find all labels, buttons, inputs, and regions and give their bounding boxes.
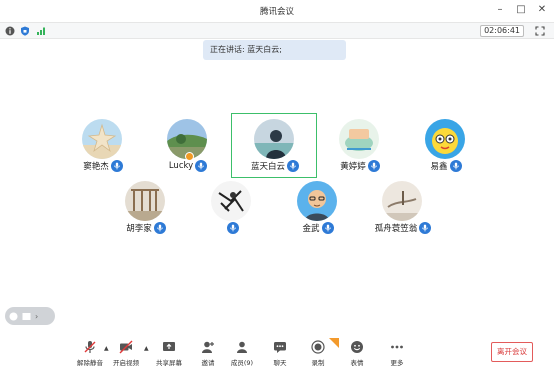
share-screen-button[interactable]: 共享屏幕 xyxy=(149,340,189,367)
maximize-icon[interactable]: □ xyxy=(515,4,527,16)
video-options-caret[interactable]: ▲ xyxy=(144,345,149,352)
speaking-indicator: 正在讲话: 蓝天白云; xyxy=(203,40,346,60)
record-badge xyxy=(329,338,339,348)
chat-icon xyxy=(274,342,286,353)
gallery-view-icon[interactable] xyxy=(22,312,31,321)
participant-name: 黄婷婷 xyxy=(340,162,366,172)
participant-name: 蓝天白云 xyxy=(250,162,285,172)
participant-tile[interactable] xyxy=(197,177,267,237)
avatar xyxy=(125,181,165,221)
avatar xyxy=(211,181,251,221)
participant-name: 胡李家 xyxy=(126,224,152,234)
participant-tile-active[interactable]: 蓝天白云 xyxy=(240,115,310,175)
microphone-icon xyxy=(153,222,166,234)
more-icon xyxy=(391,345,403,349)
microphone-icon xyxy=(195,160,208,172)
meeting-timer: 02:06:41 xyxy=(480,25,524,37)
share-screen-icon xyxy=(163,342,175,351)
window-controls: – □ ✕ xyxy=(494,4,548,16)
participant-name: 金武 xyxy=(302,224,320,234)
camera-off-icon xyxy=(119,340,133,354)
fullscreen-icon[interactable] xyxy=(535,26,545,36)
window-title: 腾讯会议 xyxy=(259,7,294,17)
speaker-view-icon[interactable] xyxy=(9,312,18,321)
microphone-icon xyxy=(419,222,432,234)
avatar xyxy=(425,119,465,159)
microphone-icon xyxy=(367,160,380,172)
record-icon xyxy=(311,340,325,354)
participant-name: 孤舟蓑笠翁 xyxy=(374,224,418,234)
avatar xyxy=(339,119,379,159)
emoji-icon xyxy=(351,341,363,353)
view-switcher[interactable]: › xyxy=(5,307,55,325)
security-shield-icon[interactable] xyxy=(20,26,30,36)
title-bar: 腾讯会议 – □ ✕ xyxy=(0,0,554,22)
minimize-icon[interactable]: – xyxy=(494,4,506,16)
participant-tile[interactable]: Lucky xyxy=(153,115,223,175)
participant-tile[interactable]: 黄婷婷 xyxy=(325,115,395,175)
reactions-button[interactable]: 表情 xyxy=(337,340,377,367)
avatar xyxy=(297,181,337,221)
avatar xyxy=(254,119,294,159)
microphone-icon xyxy=(227,222,239,234)
microphone-icon xyxy=(321,222,334,234)
add-user-icon xyxy=(202,341,214,353)
leave-meeting-button[interactable]: 离开会议 xyxy=(491,342,533,362)
chat-button[interactable]: 聊天 xyxy=(260,340,300,367)
microphone-muted-icon xyxy=(84,341,96,353)
members-icon xyxy=(237,341,247,353)
more-button[interactable]: 更多 xyxy=(377,340,417,367)
meeting-toolbar: 解除静音 ▲ 开启视频 ▲ 共享屏幕 邀请 成员(9) 聊天 录制 表情 更多 xyxy=(0,337,554,368)
participant-tile[interactable]: 孤舟蓑笠翁 xyxy=(368,177,438,237)
microphone-icon xyxy=(110,160,123,172)
participant-tile[interactable]: 易鑫 xyxy=(411,115,481,175)
microphone-icon xyxy=(287,160,299,172)
participant-tile[interactable]: 胡李家 xyxy=(111,177,181,237)
microphone-icon xyxy=(449,160,462,172)
close-icon[interactable]: ✕ xyxy=(536,4,548,16)
start-video-button[interactable]: 开启视频 xyxy=(106,340,146,367)
members-button[interactable]: 成员(9) xyxy=(222,340,262,367)
participant-tile[interactable]: 窦艳杰 xyxy=(68,115,138,175)
participant-name: 易鑫 xyxy=(430,162,448,172)
avatar xyxy=(382,181,422,221)
avatar xyxy=(82,119,122,159)
info-icon[interactable] xyxy=(5,26,15,36)
signal-icon xyxy=(37,27,45,35)
participant-name: Lucky xyxy=(168,161,194,171)
participant-tile[interactable]: 金武 xyxy=(283,177,353,237)
chevron-right-icon[interactable]: › xyxy=(35,312,38,321)
participant-name: 窦艳杰 xyxy=(83,162,109,172)
status-bar: 02:06:41 xyxy=(0,22,554,39)
